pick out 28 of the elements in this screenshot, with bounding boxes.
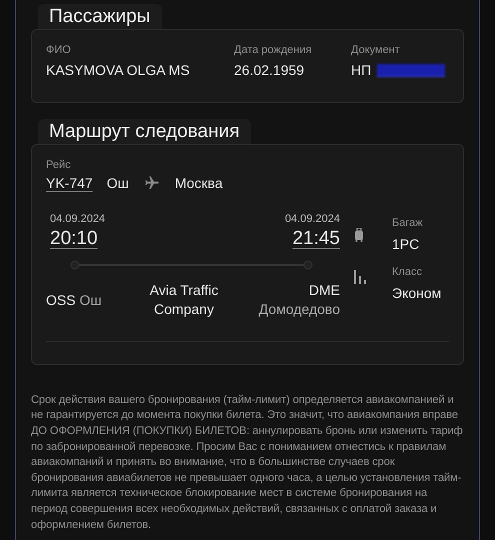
field-label: Рейс (46, 159, 72, 171)
class-bars-icon (354, 270, 366, 284)
redacted-link[interactable] (377, 64, 446, 76)
field-label: Багаж (392, 217, 424, 229)
origin-city: Ош (106, 175, 129, 191)
airplane-icon (142, 175, 161, 191)
destination-city: Москва (174, 175, 223, 191)
field-value: 1PC (392, 236, 420, 252)
field-label: Документ (351, 44, 401, 56)
flight-number[interactable]: YK-747 (46, 175, 93, 191)
carrier-name: Avia Traffic Company (148, 281, 220, 319)
arrival-time: 21:45 (292, 228, 340, 250)
field-value: 26.02.1959 (234, 62, 306, 78)
section-title: Маршрут следования (38, 119, 252, 144)
field-value: Эконом (392, 285, 442, 301)
notice-text: Срок действия вашего бронирования (тайм-лимит) определяется авиакомпанией и не гарантируется до момента покупки билета. Это значит, что авиакомпания вправе ДО ОФОРМЛЕНИЯ (ПОКУПКИ) БИЛЕТОВ: аннулировать бронь или изменить тариф по забронированной перевозке. Просим Вас с пониманием отнестись к правилам авиакомпаний и принять во внимание, что в большинстве случаев срок бронирования авиабилетов не превышает одного часа, а целью установления тайм-лимита является техническое блокирование мест в системе бронирования на период совершения всех необходимых действий, связанных с оплатой заказа и оформлением билетов. (31, 392, 464, 533)
departure-time: 20:10 (50, 228, 98, 250)
departure-date: 04.09.2024 (50, 213, 106, 225)
luggage-icon (354, 228, 364, 242)
arrival-airport: DME Домодедово (258, 281, 340, 319)
field-label: ФИО (46, 44, 72, 56)
field-label: Класс (392, 266, 423, 278)
departure-airport: OSS Ош (46, 292, 103, 308)
document-type: НП (351, 62, 372, 78)
field-value: KASYMOVA OLGA MS (46, 62, 191, 78)
arrival-date: 04.09.2024 (284, 213, 340, 225)
field-label: Дата рождения (234, 44, 313, 56)
section-title: Пассажиры (38, 4, 162, 29)
